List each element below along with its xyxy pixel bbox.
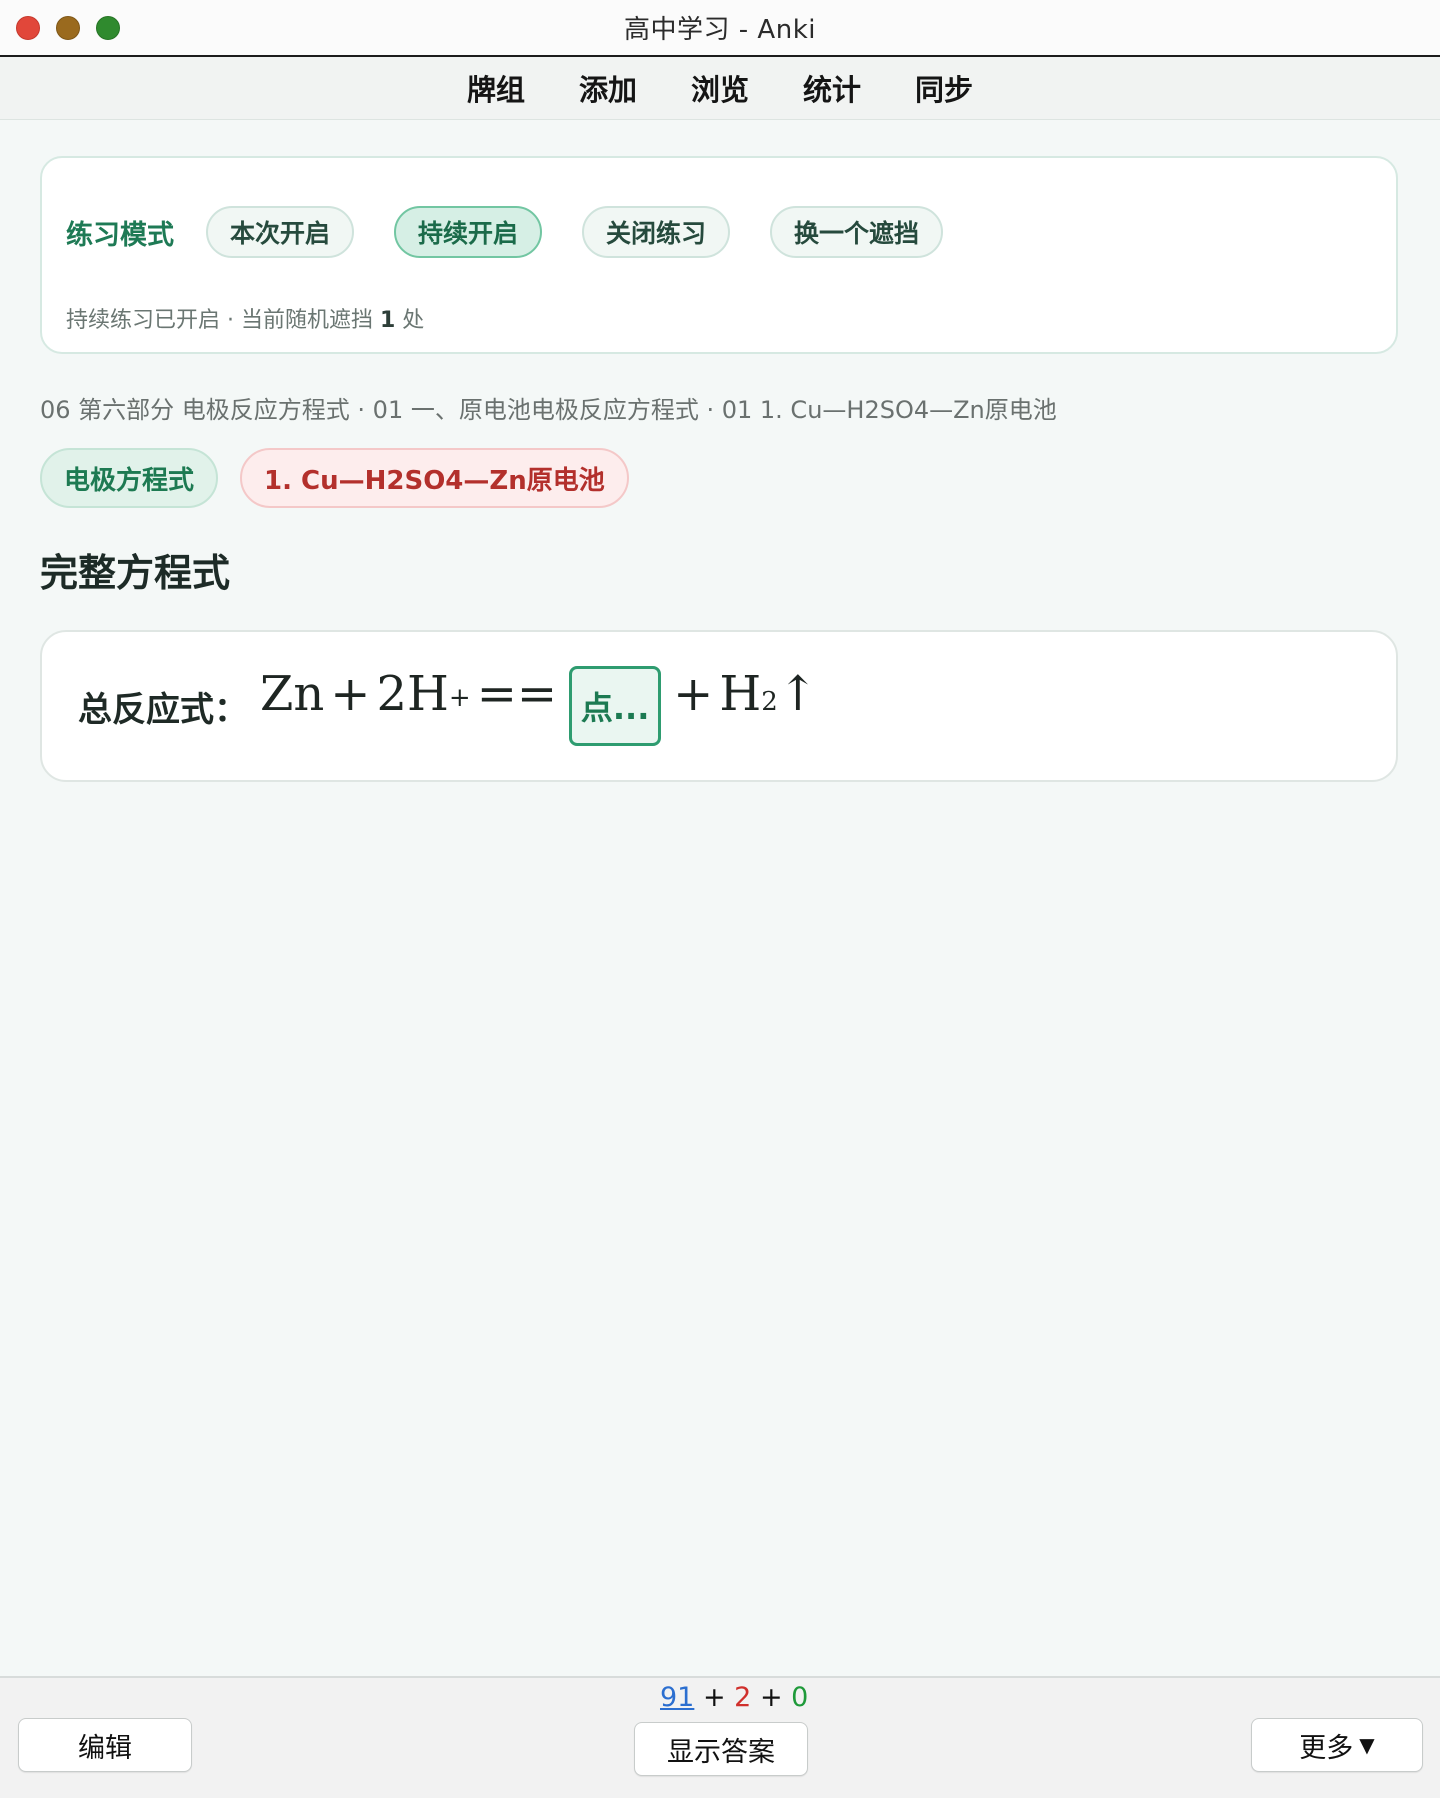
tag-electrode-equation: 电极方程式 bbox=[40, 448, 219, 508]
section-title: 完整方程式 bbox=[40, 551, 231, 595]
window-controls bbox=[16, 16, 120, 40]
breadcrumb: 06 第六部分 电极反应方程式 · 01 一、原电池电极反应方程式 · 01 1… bbox=[40, 396, 1057, 424]
practice-persistent-button[interactable]: 持续开启 bbox=[394, 206, 543, 258]
count-separator-2: + bbox=[759, 1682, 783, 1713]
equation-subscript-2: 2 bbox=[761, 687, 778, 717]
minimize-window-button[interactable] bbox=[56, 16, 80, 40]
equation-label: 总反应式： bbox=[78, 689, 248, 730]
new-count: 91 bbox=[660, 1682, 695, 1713]
review-bottom-bar: 编辑 91 + 2 + 0 显示答案 更多 ▼ bbox=[0, 1676, 1440, 1798]
equation-math: Zn + 2H + == 点... + H2 ↑ bbox=[260, 666, 818, 746]
change-cloze-button[interactable]: 换一个遮挡 bbox=[770, 206, 944, 258]
caret-down-icon: ▼ bbox=[1359, 1733, 1375, 1757]
practice-status: 持续练习已开启 · 当前随机遮挡 1 处 bbox=[66, 302, 424, 334]
practice-once-button[interactable]: 本次开启 bbox=[206, 206, 355, 258]
equation-h: H bbox=[719, 666, 762, 722]
tag-cell-title: 1. Cu—H2SO4—Zn原电池 bbox=[240, 448, 629, 508]
learn-count: 2 bbox=[734, 1682, 752, 1713]
due-counts: 91 + 2 + 0 bbox=[660, 1682, 808, 1713]
tab-decks[interactable]: 牌组 bbox=[467, 67, 525, 109]
more-button-label: 更多 bbox=[1299, 1732, 1354, 1764]
practice-mode-label: 练习模式 bbox=[66, 219, 174, 251]
count-separator-1: + bbox=[702, 1682, 726, 1713]
equation-2h: 2H bbox=[376, 666, 449, 722]
window-title: 高中学习 - Anki bbox=[624, 15, 816, 45]
more-button[interactable]: 更多 ▼ bbox=[1251, 1718, 1423, 1772]
tab-add[interactable]: 添加 bbox=[579, 67, 637, 109]
edit-button[interactable]: 编辑 bbox=[18, 1718, 192, 1772]
tab-stats[interactable]: 统计 bbox=[803, 67, 861, 109]
equation-superscript-plus: + bbox=[448, 683, 471, 713]
tab-browse[interactable]: 浏览 bbox=[691, 67, 749, 109]
show-answer-button[interactable]: 显示答案 bbox=[634, 1722, 808, 1776]
close-window-button[interactable] bbox=[16, 16, 40, 40]
practice-status-count: 1 bbox=[379, 308, 396, 333]
practice-mode-row: 练习模式 本次开启 持续开启 关闭练习 换一个遮挡 bbox=[66, 206, 983, 258]
practice-off-button[interactable]: 关闭练习 bbox=[582, 206, 731, 258]
practice-status-suffix: 处 bbox=[402, 308, 425, 333]
main-toolbar: 牌组 添加 浏览 统计 同步 bbox=[0, 57, 1440, 120]
practice-mode-panel: 练习模式 本次开启 持续开启 关闭练习 换一个遮挡 持续练习已开启 · 当前随机… bbox=[40, 156, 1398, 354]
title-bar: 高中学习 - Anki bbox=[0, 0, 1440, 57]
practice-status-prefix: 持续练习已开启 · 当前随机遮挡 bbox=[66, 308, 373, 333]
equation-card: 总反应式： Zn + 2H + == 点... + H2 ↑ bbox=[40, 630, 1398, 782]
review-count: 0 bbox=[791, 1682, 809, 1713]
tab-sync[interactable]: 同步 bbox=[915, 67, 973, 109]
equation-plus-2: + bbox=[673, 666, 714, 722]
cloze-blank[interactable]: 点... bbox=[569, 666, 662, 746]
equation-plus: + bbox=[330, 666, 371, 722]
zoom-window-button[interactable] bbox=[96, 16, 120, 40]
equation-zn: Zn bbox=[260, 666, 325, 722]
tag-list: 电极方程式 1. Cu—H2SO4—Zn原电池 bbox=[40, 448, 629, 508]
gas-arrow-icon: ↑ bbox=[777, 666, 818, 722]
equation-equals: == bbox=[476, 666, 558, 722]
